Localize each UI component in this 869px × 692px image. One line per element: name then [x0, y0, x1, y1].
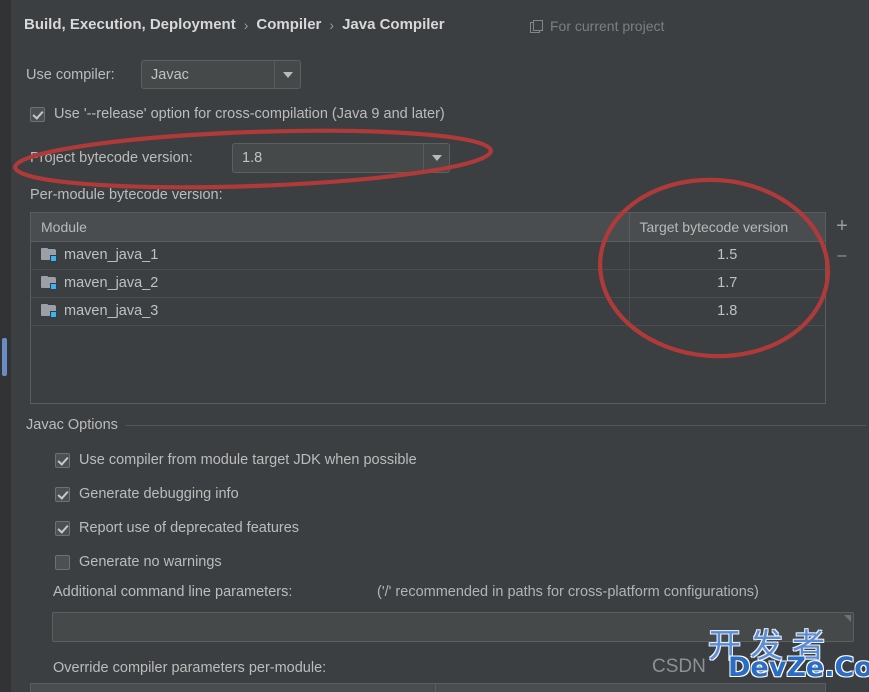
breadcrumb-item-compiler[interactable]: Compiler: [256, 16, 321, 33]
breadcrumb-item-java-compiler[interactable]: Java Compiler: [342, 16, 445, 33]
breadcrumb-separator-icon: ›: [243, 16, 249, 33]
project-bytecode-version-label: Project bytecode version:: [30, 150, 193, 166]
project-bytecode-version-dropdown[interactable]: 1.8: [232, 143, 450, 173]
column-header-target-bytecode-version[interactable]: Target bytecode version: [628, 213, 825, 242]
module-name: maven_java_2: [64, 275, 159, 291]
javac-options-group-title: Javac Options: [26, 417, 126, 433]
table-row[interactable]: maven_java_2 1.7: [31, 269, 825, 298]
chevron-down-icon: [274, 61, 300, 88]
report-deprecated-features-checkbox[interactable]: Report use of deprecated features: [55, 520, 299, 536]
cell-module: maven_java_3: [31, 297, 629, 326]
project-bytecode-version-value: 1.8: [242, 150, 263, 166]
use-compiler-value: Javac: [151, 66, 189, 83]
additional-params-label: Additional command line parameters:: [53, 584, 293, 600]
generate-no-warnings-checkbox[interactable]: Generate no warnings: [55, 554, 222, 570]
breadcrumb-separator-icon: ›: [329, 16, 335, 33]
checkbox-box-icon: [55, 486, 70, 502]
left-scroll-gutter: [0, 0, 11, 692]
per-module-bytecode-table[interactable]: Module Target bytecode version maven_jav…: [30, 212, 826, 404]
module-name: maven_java_1: [64, 247, 159, 263]
checkbox-label: Generate debugging info: [79, 486, 239, 502]
generate-debugging-info-checkbox[interactable]: Generate debugging info: [55, 486, 239, 502]
cell-target-bytecode-version[interactable]: 1.8: [628, 297, 825, 326]
use-module-target-jdk-checkbox[interactable]: Use compiler from module target JDK when…: [55, 452, 417, 468]
cell-target-bytecode-version[interactable]: 1.7: [628, 269, 825, 298]
watermark-csdn-text: CSDN: [652, 656, 706, 677]
remove-module-button[interactable]: –: [832, 246, 852, 266]
table-column-divider: [435, 684, 436, 692]
additional-params-input[interactable]: [52, 612, 854, 642]
checkbox-box-icon: [55, 554, 70, 570]
breadcrumb-item-build[interactable]: Build, Execution, Deployment: [24, 16, 236, 33]
checkbox-box-icon: [55, 520, 70, 536]
per-module-bytecode-label: Per-module bytecode version:: [30, 187, 223, 203]
override-params-table[interactable]: [30, 683, 826, 692]
table-header-row: Module Target bytecode version: [31, 213, 825, 242]
module-name: maven_java_3: [64, 303, 159, 319]
use-release-option-checkbox[interactable]: Use '--release' option for cross-compila…: [30, 106, 445, 122]
watermark-site-text: DevZe.CoM: [728, 652, 869, 683]
additional-params-hint: ('/' recommended in paths for cross-plat…: [377, 584, 759, 600]
table-body: maven_java_1 1.5 maven_java_2 1.7 maven_…: [31, 241, 825, 326]
use-compiler-label: Use compiler:: [26, 67, 115, 83]
breadcrumb: Build, Execution, Deployment › Compiler …: [24, 16, 445, 33]
scope-indicator[interactable]: For current project: [530, 18, 664, 34]
module-folder-icon: [41, 304, 57, 318]
override-params-label: Override compiler parameters per-module:: [53, 660, 327, 676]
checkbox-label: Report use of deprecated features: [79, 520, 300, 536]
group-divider: [26, 425, 866, 426]
checkbox-box-icon: [30, 106, 45, 122]
cell-module: maven_java_2: [31, 269, 629, 298]
use-release-option-label: Use '--release' option for cross-compila…: [54, 106, 445, 122]
java-compiler-settings-page: Build, Execution, Deployment › Compiler …: [0, 0, 869, 692]
table-row[interactable]: maven_java_1 1.5: [31, 241, 825, 270]
resize-grip-icon[interactable]: [844, 615, 851, 622]
scrollbar-thumb[interactable]: [2, 338, 7, 376]
table-row[interactable]: maven_java_3 1.8: [31, 297, 825, 326]
module-folder-icon: [41, 248, 57, 262]
cell-module: maven_java_1: [31, 241, 629, 270]
module-folder-icon: [41, 276, 57, 290]
checkbox-box-icon: [55, 452, 70, 468]
checkbox-label: Generate no warnings: [79, 554, 222, 570]
copy-icon: [530, 19, 543, 33]
use-compiler-dropdown[interactable]: Javac: [141, 60, 301, 89]
add-module-button[interactable]: +: [832, 216, 852, 236]
checkbox-label: Use compiler from module target JDK when…: [79, 452, 417, 468]
cell-target-bytecode-version[interactable]: 1.5: [628, 241, 825, 270]
column-header-module[interactable]: Module: [31, 213, 629, 242]
chevron-down-icon: [423, 144, 449, 172]
scope-label: For current project: [550, 18, 665, 34]
